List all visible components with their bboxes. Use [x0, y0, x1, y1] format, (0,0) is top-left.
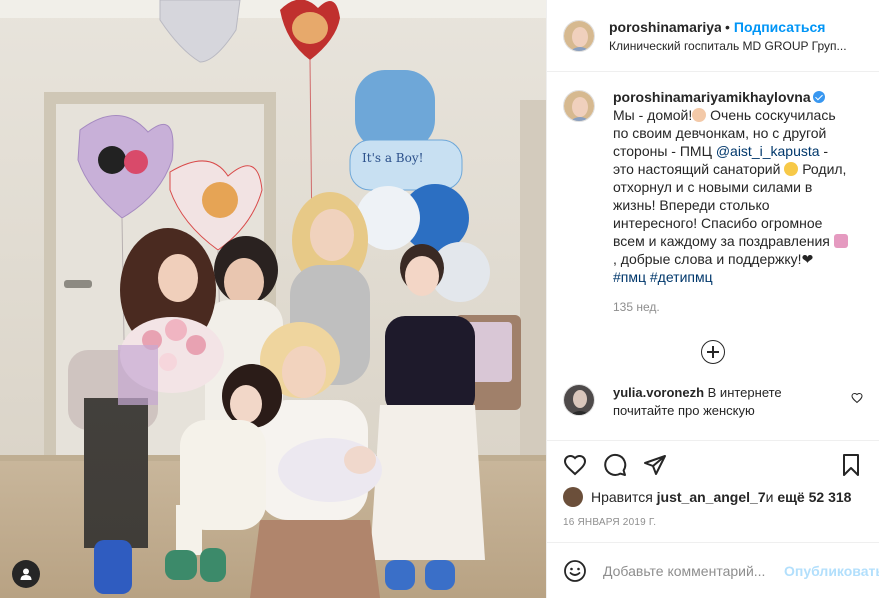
comments-section: poroshinamariyamikhaylovna Мы - домой! О… [547, 72, 879, 440]
publish-button[interactable]: Опубликовать [784, 563, 879, 579]
post-photo[interactable]: It's a Boy! [0, 0, 546, 598]
likes-middle: и [765, 489, 774, 505]
bouquet-emoji-icon [833, 234, 848, 248]
likes-prefix: Нравится [591, 489, 653, 505]
verified-badge-icon [812, 91, 825, 103]
add-comment-bar: Опубликовать [547, 542, 879, 598]
tagged-users-button[interactable] [12, 560, 40, 588]
caption-text: poroshinamariyamikhaylovna Мы - домой! О… [613, 88, 849, 316]
baby-emoji-icon [692, 108, 707, 122]
caption-avatar[interactable] [563, 90, 595, 122]
avatar-image [564, 20, 594, 51]
separator-dot: • [725, 18, 730, 35]
commenter-username[interactable]: yulia.voronezh [613, 385, 704, 400]
post-header: poroshinamariyar • Подписаться Клиническ… [547, 0, 879, 72]
likes-summary: Нравится just_an_angel_7 и ещё 52 318 [563, 487, 863, 507]
heart-emoji-icon: ❤ [801, 251, 814, 267]
photo-scene: It's a Boy! [0, 0, 546, 598]
location-link[interactable]: Клинический госпиталь MD GROUP Груп... [609, 39, 863, 53]
commenter-avatar[interactable] [563, 384, 595, 416]
header-text: poroshinamariyar • Подписаться Клиническ… [609, 19, 863, 53]
comment-input[interactable] [603, 562, 784, 579]
mention-link[interactable]: @aist_i_kapusta [716, 143, 820, 159]
avatar-image [564, 385, 594, 415]
liker-avatar[interactable] [563, 487, 583, 507]
comment-bubble-icon[interactable] [603, 453, 627, 477]
instagram-post: It's a Boy! poroshinamariyar • Подписать… [0, 0, 879, 598]
share-paper-plane-icon[interactable] [643, 453, 667, 477]
action-bar [563, 441, 863, 489]
load-more-plus-icon[interactable] [701, 340, 725, 364]
author-username[interactable]: poroshinamariyar [609, 19, 721, 35]
post-actions-area: Нравится just_an_angel_7 и ещё 52 318 16… [547, 440, 879, 542]
caption-time[interactable]: 135 нед. [613, 298, 849, 316]
comment-item: yulia.voronezh В интернете почитайте про… [563, 384, 863, 420]
hashtags-link[interactable]: #пмц #детипмц [613, 269, 713, 285]
post-date[interactable]: 16 ЯНВАРЯ 2019 Г. [563, 517, 863, 528]
like-comment-heart-icon[interactable] [851, 392, 863, 404]
user-icon [20, 568, 32, 580]
comment-text: yulia.voronezh В интернете почитайте про… [613, 384, 833, 420]
balloon-text: It's a Boy! [362, 151, 423, 165]
likes-count[interactable]: ещё 52 318 [777, 489, 851, 505]
caption-part: Мы - домой! [613, 107, 693, 123]
caption-username[interactable]: poroshinamariyamikhaylovna [613, 89, 811, 105]
load-more-comments [563, 340, 863, 364]
emoji-smile-icon[interactable] [563, 559, 587, 583]
caption: poroshinamariyamikhaylovna Мы - домой! О… [563, 88, 863, 316]
liker-username[interactable]: just_an_angel_7 [657, 489, 766, 505]
post-sidebar: poroshinamariyar • Подписаться Клиническ… [546, 0, 879, 598]
follow-button[interactable]: Подписаться [734, 19, 826, 35]
bookmark-icon[interactable] [839, 453, 863, 477]
like-heart-icon[interactable] [563, 453, 587, 477]
heart-eyes-emoji-icon [784, 162, 799, 176]
avatar-image [564, 91, 594, 121]
author-avatar[interactable] [563, 19, 595, 52]
caption-part: , добрые слова и поддержку! [613, 251, 802, 267]
